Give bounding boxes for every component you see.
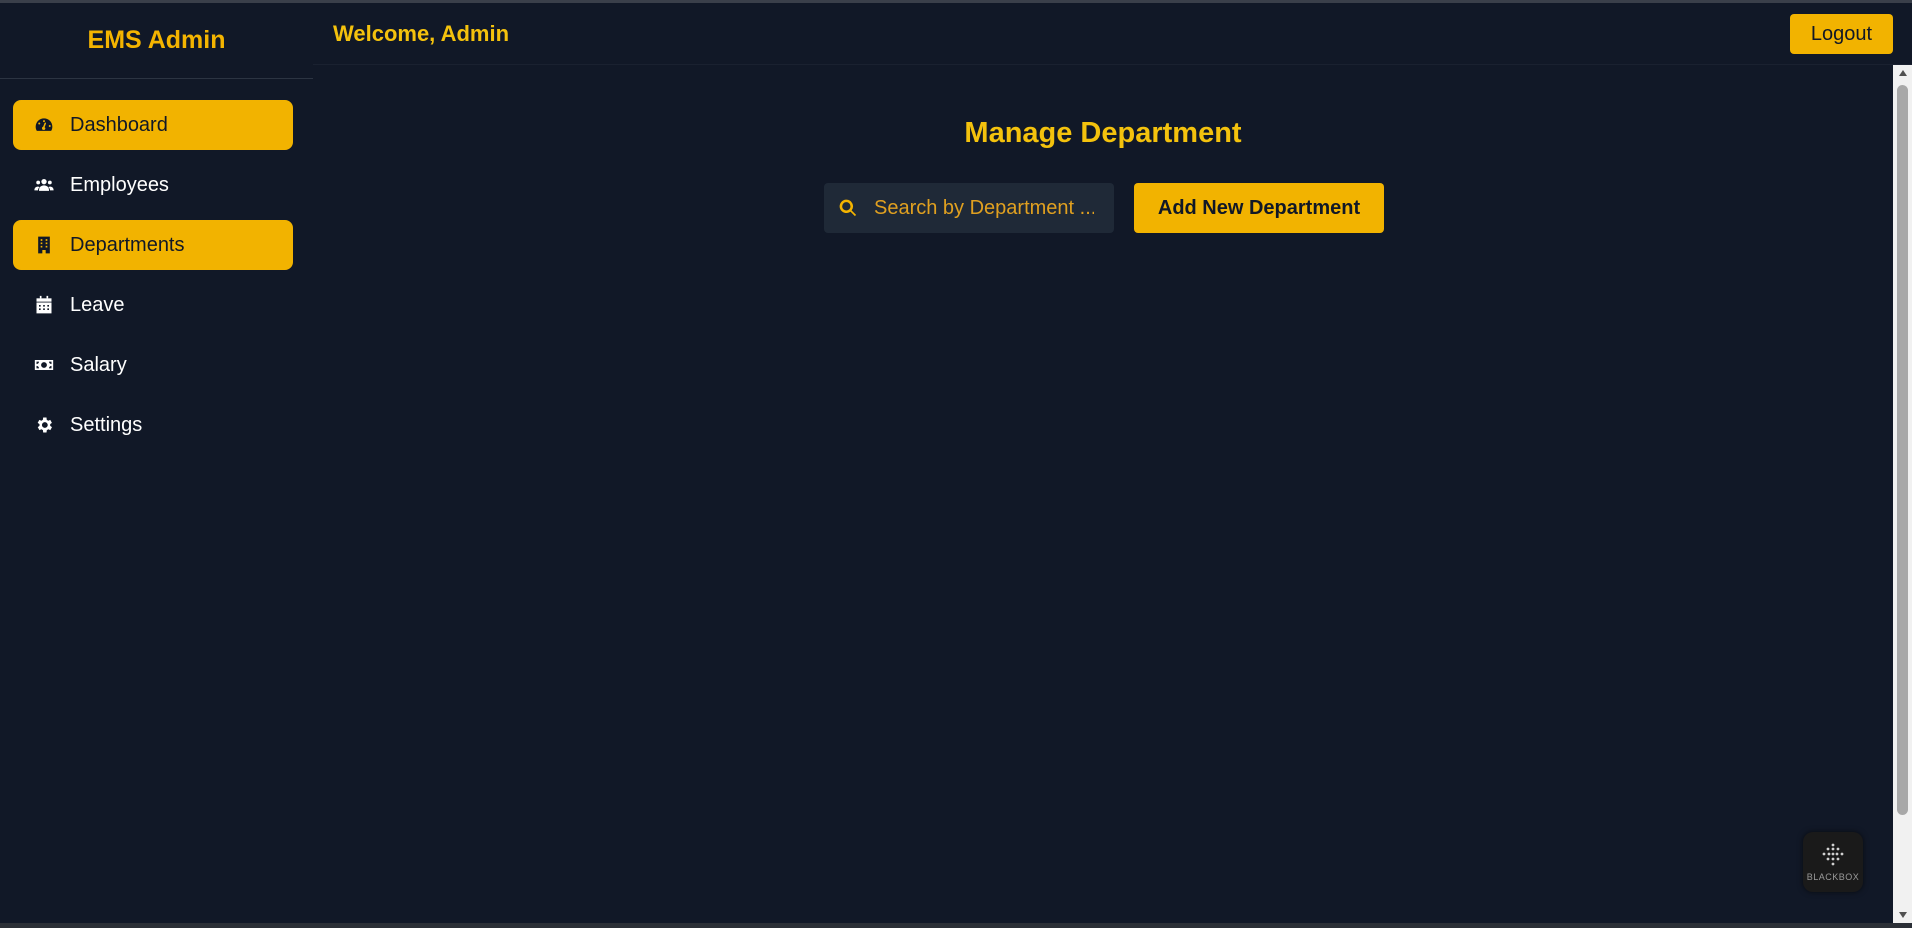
welcome-text: Welcome, Admin [333, 21, 510, 46]
dashboard-gauge-icon [33, 114, 55, 136]
scroll-down-arrow-icon[interactable] [1893, 907, 1912, 923]
scroll-up-arrow-icon[interactable] [1893, 65, 1912, 81]
logout-button[interactable]: Logout [1790, 14, 1893, 54]
sidebar-item-label: Salary [70, 353, 127, 376]
add-department-button[interactable]: Add New Department [1134, 183, 1384, 233]
search-icon [838, 197, 860, 219]
sidebar-item-dashboard[interactable]: Dashboard [13, 100, 293, 150]
sidebar-item-departments[interactable]: Departments [13, 220, 293, 270]
search-box[interactable] [824, 183, 1114, 233]
brand-title: EMS Admin [0, 3, 313, 79]
main-content: Manage Department Add New Department [313, 65, 1893, 923]
sidebar-item-settings[interactable]: Settings [13, 400, 293, 450]
users-icon [33, 174, 55, 196]
widget-label: BLACKBOX [1806, 872, 1860, 882]
sidebar-item-label: Settings [70, 413, 143, 436]
search-input[interactable] [874, 196, 1094, 220]
blackbox-logo-icon [1822, 843, 1844, 866]
sidebar-item-label: Employees [70, 173, 169, 196]
gear-icon [33, 414, 55, 436]
scroll-thumb[interactable] [1897, 85, 1908, 815]
window-bottom-border [0, 923, 1912, 928]
sidebar: EMS Admin Dashboard Employees Department… [0, 3, 313, 923]
building-icon [33, 234, 55, 256]
sidebar-item-label: Leave [70, 293, 125, 316]
page-scrollbar[interactable] [1893, 65, 1912, 923]
sidebar-item-leave[interactable]: Leave [13, 280, 293, 330]
sidebar-item-employees[interactable]: Employees [13, 160, 293, 210]
money-bill-icon [33, 354, 55, 376]
top-header: Welcome, Admin Logout [313, 3, 1912, 65]
page-title: Manage Department [964, 117, 1242, 149]
blackbox-widget[interactable]: BLACKBOX [1803, 832, 1863, 892]
sidebar-item-label: Dashboard [70, 113, 168, 136]
sidebar-item-label: Departments [70, 233, 185, 256]
calendar-icon [33, 294, 55, 316]
sidebar-nav: Dashboard Employees Departments Leave Sa… [0, 79, 313, 450]
sidebar-item-salary[interactable]: Salary [13, 340, 293, 390]
